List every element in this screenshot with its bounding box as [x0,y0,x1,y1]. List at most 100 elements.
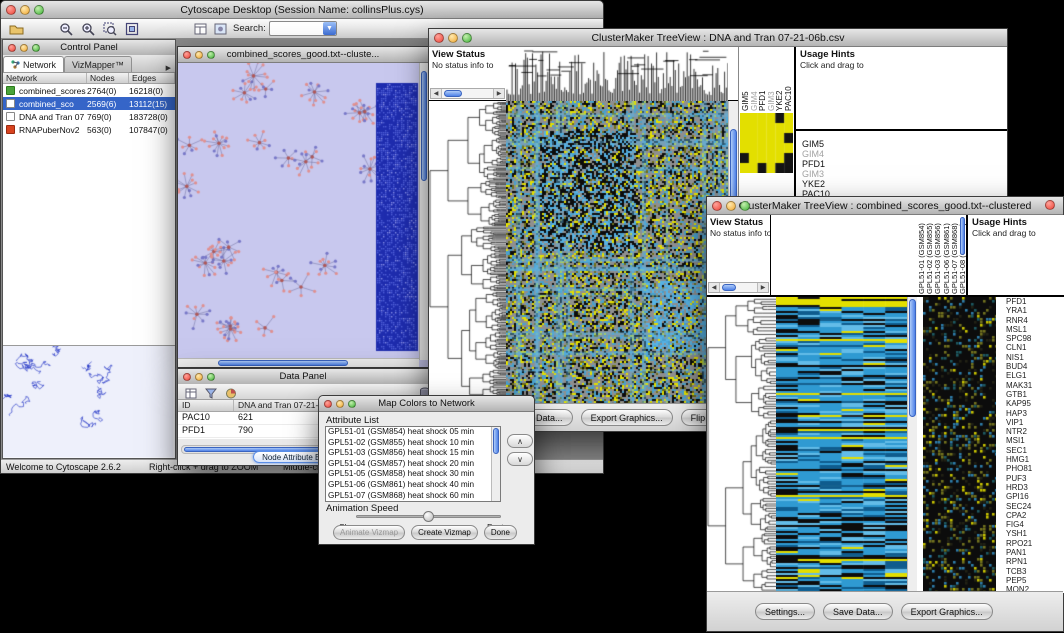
gene-label[interactable]: GIM4 [802,149,830,159]
zoom-out-icon[interactable] [57,21,75,37]
close-button[interactable] [183,51,191,59]
zoom-button[interactable] [34,5,44,15]
gene-label[interactable]: CLN1 [1006,343,1064,352]
mini-scrollbar[interactable]: ◀ ▶ [430,88,505,99]
export-graphics-button[interactable]: Export Graphics... [581,409,673,426]
zoom-fit-icon[interactable] [123,21,141,37]
label-scrollbar[interactable] [959,217,966,291]
gene-label[interactable]: PAN1 [1006,548,1064,557]
gene-label[interactable]: SEC1 [1006,446,1064,455]
close-button[interactable] [183,373,191,381]
speed-slider[interactable] [356,515,501,518]
gene-label[interactable]: TCB3 [1006,567,1064,576]
attribute-select-icon[interactable] [182,385,200,401]
tab-vizmapper[interactable]: VizMapper™ [64,56,132,72]
close-icon[interactable] [1045,200,1055,210]
search-input[interactable]: ▼ [269,21,337,36]
network-tree-area[interactable] [3,136,175,346]
zoom-matrix[interactable] [740,113,793,173]
minimize-button[interactable] [726,201,736,211]
header-nodes[interactable]: Nodes [87,73,129,83]
network-horizontal-scrollbar[interactable] [178,358,419,367]
dialog-titlebar[interactable]: Map Colors to Network [319,396,534,412]
close-button[interactable] [8,44,16,52]
zoom-selected-icon[interactable] [101,21,119,37]
gene-label[interactable]: VIP1 [1006,418,1064,427]
zoom-button[interactable] [348,400,356,408]
move-up-button[interactable]: ∧ [507,434,533,448]
open-folder-icon[interactable] [7,21,25,37]
tab-network[interactable]: Network [3,56,64,72]
treeview1-titlebar[interactable]: ClusterMaker TreeView : DNA and Tran 07-… [429,29,1007,47]
gene-label[interactable]: YKE2 [802,179,830,189]
minimize-button[interactable] [20,44,28,52]
create-vizmap-button[interactable]: Create Vizmap [411,525,478,540]
network-list-row[interactable]: combined_sco2569(6)13112(15) [3,97,175,110]
gene-label[interactable]: PEP5 [1006,576,1064,585]
scrollbar-thumb[interactable] [218,360,348,366]
gene-label[interactable]: YSH1 [1006,529,1064,538]
attribute-list-item[interactable]: GPL51-01 (GSM854) heat shock 05 min [326,427,500,438]
network-view-titlebar[interactable]: combined_scores_good.txt--cluste... [178,47,428,63]
minimize-button[interactable] [20,5,30,15]
attribute-list-item[interactable]: GPL51-04 (GSM857) heat shock 20 min [326,459,500,470]
snapshot-icon[interactable] [211,21,229,37]
gene-label[interactable]: PUF3 [1006,474,1064,483]
gene-label[interactable]: GTB1 [1006,390,1064,399]
scrollbar-thumb[interactable] [421,71,427,181]
close-button[interactable] [712,201,722,211]
attribute-list-item[interactable]: GPL51-02 (GSM855) heat shock 10 min [326,438,500,449]
gene-label[interactable]: YRA1 [1006,306,1064,315]
export-graphics-button[interactable]: Export Graphics... [901,603,993,620]
gene-label[interactable]: PFD1 [1006,297,1064,306]
control-panel-titlebar[interactable]: Control Panel [3,40,175,56]
row-dendrogram[interactable] [707,297,776,593]
gene-label[interactable]: MSI1 [1006,436,1064,445]
gene-label[interactable]: GIM3 [802,169,830,179]
network-list-row[interactable]: combined_scores2764(0)16218(0) [3,84,175,97]
gene-label[interactable]: SPC98 [1006,334,1064,343]
network-list-row[interactable]: DNA and Tran 07769(0)183728(0) [3,110,175,123]
secondary-heatmap[interactable] [923,297,996,593]
mini-scrollbar[interactable]: ◀ ▶ [708,282,769,293]
gene-label[interactable]: RNR4 [1006,316,1064,325]
scrollbar-thumb[interactable] [960,217,965,255]
scrollbar-thumb[interactable] [722,284,736,291]
slider-thumb[interactable] [423,511,434,522]
gene-label[interactable]: GPI16 [1006,492,1064,501]
attribute-list-item[interactable]: GPL51-05 (GSM858) heat shock 30 min [326,469,500,480]
save-data-button[interactable]: Save Data... [823,603,893,620]
heatmap-vertical-scrollbar[interactable] [907,297,917,593]
gene-label[interactable]: ELG1 [1006,371,1064,380]
tab-overflow-icon[interactable]: ▶ [162,64,175,72]
filter-icon[interactable] [202,385,220,401]
close-button[interactable] [6,5,16,15]
animate-vizmap-button[interactable]: Animate Vizmap [333,525,405,540]
gene-label[interactable]: KAP95 [1006,399,1064,408]
gene-label[interactable]: NTR2 [1006,427,1064,436]
window-grid-icon[interactable] [191,21,209,37]
zoom-button[interactable] [207,373,215,381]
heatmap[interactable] [506,101,728,405]
zoom-button[interactable] [740,201,750,211]
gene-label[interactable]: RPO21 [1006,539,1064,548]
gene-label[interactable]: HMG1 [1006,455,1064,464]
scroll-right-icon[interactable]: ▶ [758,284,768,291]
gene-label[interactable]: NIS1 [1006,353,1064,362]
attribute-list[interactable]: GPL51-01 (GSM854) heat shock 05 minGPL51… [325,426,501,502]
scroll-left-icon[interactable]: ◀ [431,90,441,97]
gene-label[interactable]: FIG4 [1006,520,1064,529]
birdseye-view[interactable] [3,346,173,457]
attribute-list-item[interactable]: GPL51-06 (GSM861) heat shock 40 min [326,480,500,491]
gene-label[interactable]: HRD3 [1006,483,1064,492]
data-panel-titlebar[interactable]: Data Panel [178,369,428,385]
move-down-button[interactable]: ∨ [507,452,533,466]
minimize-button[interactable] [336,400,344,408]
scrollbar-thumb[interactable] [444,90,462,97]
gene-label[interactable]: HAP3 [1006,409,1064,418]
column-dendrogram[interactable] [506,47,728,101]
zoom-button[interactable] [32,44,40,52]
zoom-button[interactable] [462,33,472,43]
minimize-button[interactable] [195,373,203,381]
attribute-list-item[interactable]: GPL51-03 (GSM856) heat shock 15 min [326,448,500,459]
